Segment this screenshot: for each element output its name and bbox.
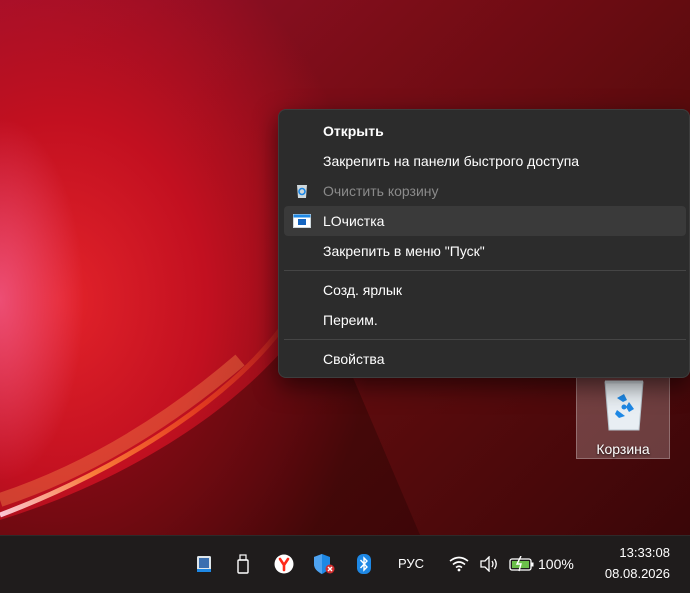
menu-item-label: Закрепить в меню "Пуск" xyxy=(323,243,485,259)
yandex-browser-icon[interactable] xyxy=(273,553,295,575)
menu-item-pin-start[interactable]: Закрепить в меню "Пуск" xyxy=(284,236,686,266)
menu-item-locleaner[interactable]: LOчистка xyxy=(284,206,686,236)
menu-item-label: Очистить корзину xyxy=(323,183,439,199)
usb-drive-icon[interactable] xyxy=(232,553,254,575)
menu-item-label: Созд. ярлык xyxy=(323,282,403,298)
recycle-bin-label: Корзина xyxy=(596,441,650,457)
language-indicator[interactable]: РУС xyxy=(398,556,424,571)
battery-percent: 100% xyxy=(538,556,574,572)
recycle-bin-icon xyxy=(292,182,312,200)
menu-item-label: Свойства xyxy=(323,351,385,367)
menu-separator xyxy=(284,339,686,340)
defender-shield-icon[interactable] xyxy=(313,553,335,575)
tablet-icon[interactable] xyxy=(193,553,215,575)
context-menu: Открыть Закрепить на панели быстрого дос… xyxy=(278,109,690,378)
bluetooth-icon[interactable] xyxy=(353,553,375,575)
recycle-bin-icon xyxy=(604,380,644,431)
menu-item-properties[interactable]: Свойства xyxy=(284,344,686,374)
menu-item-label: Переим. xyxy=(323,312,378,328)
taskbar: РУС 100% 13:33:08 08.08.2026 xyxy=(0,535,690,593)
volume-icon[interactable] xyxy=(478,553,500,575)
wifi-icon[interactable] xyxy=(448,553,470,575)
menu-separator xyxy=(284,270,686,271)
menu-item-label: Закрепить на панели быстрого доступа xyxy=(323,153,580,169)
app-window-icon xyxy=(292,212,312,230)
menu-item-label: LOчистка xyxy=(323,213,385,229)
battery-charging-icon[interactable] xyxy=(508,553,536,575)
menu-item-empty-recycle-bin[interactable]: Очистить корзину xyxy=(284,176,686,206)
menu-item-label: Открыть xyxy=(323,123,384,139)
menu-item-rename[interactable]: Переим. xyxy=(284,305,686,335)
clock-date[interactable]: 08.08.2026 xyxy=(592,566,670,581)
menu-item-pin-quick-access[interactable]: Закрепить на панели быстрого доступа xyxy=(284,146,686,176)
recycle-bin-desktop-icon[interactable]: Корзина xyxy=(576,373,670,459)
menu-item-create-shortcut[interactable]: Созд. ярлык xyxy=(284,275,686,305)
menu-item-open[interactable]: Открыть xyxy=(284,116,686,146)
clock-time[interactable]: 13:33:08 xyxy=(596,545,670,560)
